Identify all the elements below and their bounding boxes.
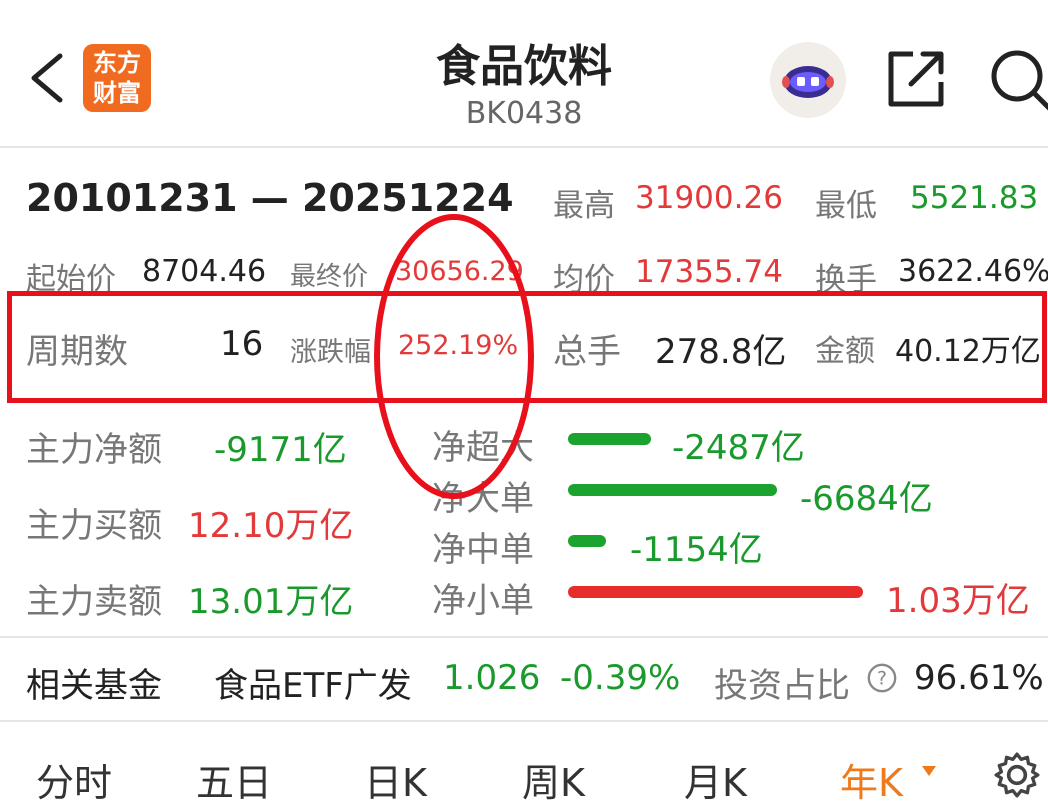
circle-annotation <box>374 214 534 499</box>
dropdown-caret-icon[interactable] <box>922 766 936 776</box>
fund-divider <box>0 720 1048 722</box>
tab-wuri[interactable]: 五日 <box>196 752 272 807</box>
main-sell-label: 主力卖额 <box>26 582 162 622</box>
tab-yuek[interactable]: 月K <box>684 752 747 807</box>
fund-ratio-label: 投资占比 <box>714 666 850 706</box>
flow-value: 1.03万亿 <box>886 581 1030 621</box>
turnover-value: 3622.46% <box>898 254 1048 289</box>
flow-bar <box>568 433 651 445</box>
flow-value: -1154亿 <box>630 530 763 570</box>
fund-section-label: 相关基金 <box>26 666 162 706</box>
main-sell-value: 13.01万亿 <box>188 582 354 622</box>
tab-fenshi[interactable]: 分时 <box>36 752 112 807</box>
tab-zhouk[interactable]: 周K <box>522 752 585 807</box>
flow-bar <box>568 535 606 547</box>
fund-change: -0.39% <box>560 658 681 698</box>
date-range: 20101231 — 20251224 <box>26 176 514 220</box>
flow-bar <box>568 586 863 598</box>
flow-value: -6684亿 <box>800 479 933 519</box>
tab-rik[interactable]: 日K <box>364 752 427 807</box>
flow-divider <box>0 636 1048 638</box>
low-label: 最低 <box>815 188 877 224</box>
low-value: 5521.83 <box>910 180 1039 216</box>
settings-gear-icon[interactable] <box>992 750 1042 800</box>
tab-niank[interactable]: 年K <box>840 752 903 807</box>
main-buy-value: 12.10万亿 <box>188 506 354 546</box>
fund-ratio-value: 96.61% <box>914 658 1044 698</box>
flow-value: -2487亿 <box>672 428 805 468</box>
assistant-robot-icon[interactable] <box>770 42 846 118</box>
header-divider <box>0 146 1048 148</box>
avg-price-value: 17355.74 <box>635 254 783 290</box>
svg-text:?: ? <box>877 669 887 690</box>
high-label: 最高 <box>553 188 615 224</box>
flow-bar <box>568 484 777 496</box>
share-icon[interactable] <box>883 44 951 112</box>
flow-label: 净中单 <box>432 530 534 570</box>
main-net-label: 主力净额 <box>26 430 162 470</box>
main-net-value: -9171亿 <box>214 430 347 470</box>
fund-price: 1.026 <box>443 658 541 698</box>
main-buy-label: 主力买额 <box>26 506 162 546</box>
search-icon[interactable] <box>985 44 1048 114</box>
help-icon[interactable]: ? <box>866 662 898 694</box>
fund-name[interactable]: 食品ETF广发 <box>214 658 412 707</box>
flow-label: 净小单 <box>432 581 534 621</box>
high-value: 31900.26 <box>635 180 783 216</box>
start-price-value: 8704.46 <box>142 254 267 289</box>
end-price-label: 最终价 <box>290 262 369 292</box>
